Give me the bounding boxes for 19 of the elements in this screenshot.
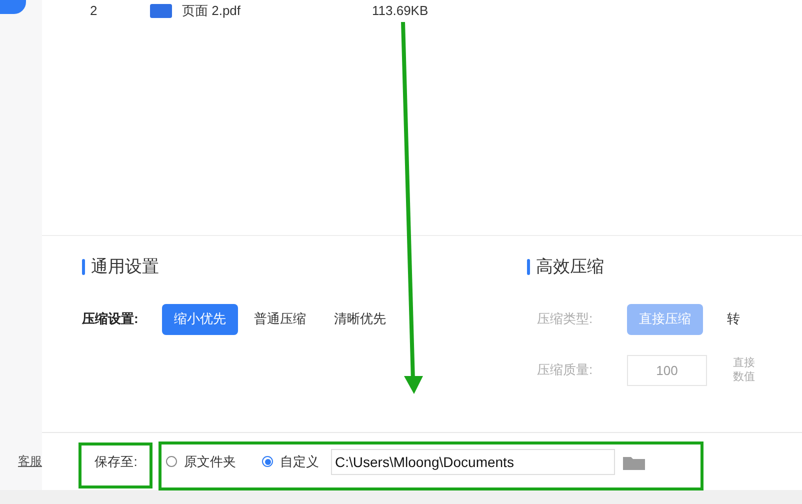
pdf-file-icon <box>150 4 172 18</box>
compress-quality-label: 压缩质量: <box>537 361 594 380</box>
quality-hint: 直接 <box>733 356 755 370</box>
file-name: 页面 2.pdf <box>182 2 242 20</box>
customer-service-link[interactable]: 客服 <box>18 452 42 470</box>
quality-hint: 数值 <box>733 370 755 384</box>
compress-option[interactable]: 普通压缩 <box>242 304 318 334</box>
compress-setting-label: 压缩设置: <box>82 310 140 328</box>
compress-type-label: 压缩类型: <box>537 310 594 328</box>
section-title: 高效压缩 <box>536 256 604 278</box>
save-location-radio[interactable]: 自定义 <box>262 452 319 472</box>
compress-option[interactable]: 缩小优先 <box>162 304 238 334</box>
file-size: 113.69KB <box>372 2 428 20</box>
section-title: 通用设置 <box>91 256 159 278</box>
compress-option[interactable]: 清晰优先 <box>322 304 398 334</box>
file-index: 2 <box>90 2 98 20</box>
save-to-label: 保存至: <box>94 452 138 471</box>
save-location-radio[interactable]: 原文件夹 <box>166 452 236 472</box>
save-path-field[interactable]: C:\Users\Mloong\Documents <box>331 448 615 474</box>
